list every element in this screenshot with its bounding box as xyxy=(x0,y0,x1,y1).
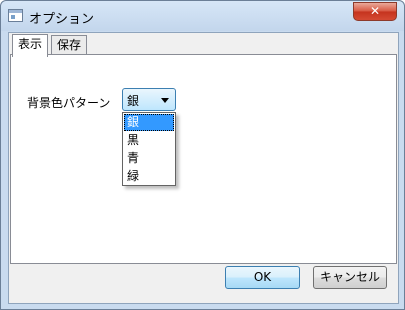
window-title: オプション xyxy=(29,12,95,27)
window-app-icon xyxy=(8,9,23,22)
background-pattern-label: 背景色パターン xyxy=(27,96,111,110)
dropdown-option-green[interactable]: 緑 xyxy=(124,168,174,185)
background-pattern-dropdown-list: 銀 黒 青 緑 xyxy=(122,112,176,186)
tab-panel-display: 背景色パターン 銀 銀 黒 青 緑 xyxy=(10,54,397,264)
title-bar[interactable]: オプション ✕ xyxy=(1,1,404,31)
background-pattern-combobox[interactable]: 銀 xyxy=(122,88,176,111)
dialog-client-area: 表示 保存 背景色パターン 銀 銀 黒 青 緑 OK キャンセル xyxy=(8,32,399,304)
chevron-down-icon xyxy=(161,98,169,103)
dropdown-option-black[interactable]: 黒 xyxy=(124,132,174,149)
ok-button[interactable]: OK xyxy=(225,266,300,289)
dropdown-option-silver[interactable]: 銀 xyxy=(124,114,174,131)
combobox-value: 銀 xyxy=(127,94,140,108)
close-button[interactable]: ✕ xyxy=(353,2,397,21)
tab-save[interactable]: 保存 xyxy=(51,35,88,56)
tab-display[interactable]: 表示 xyxy=(12,34,49,57)
options-dialog: オプション ✕ 表示 保存 背景色パターン 銀 銀 黒 青 緑 OK キャンセル xyxy=(0,0,405,310)
dropdown-option-blue[interactable]: 青 xyxy=(124,150,174,167)
cancel-button[interactable]: キャンセル xyxy=(313,266,387,289)
